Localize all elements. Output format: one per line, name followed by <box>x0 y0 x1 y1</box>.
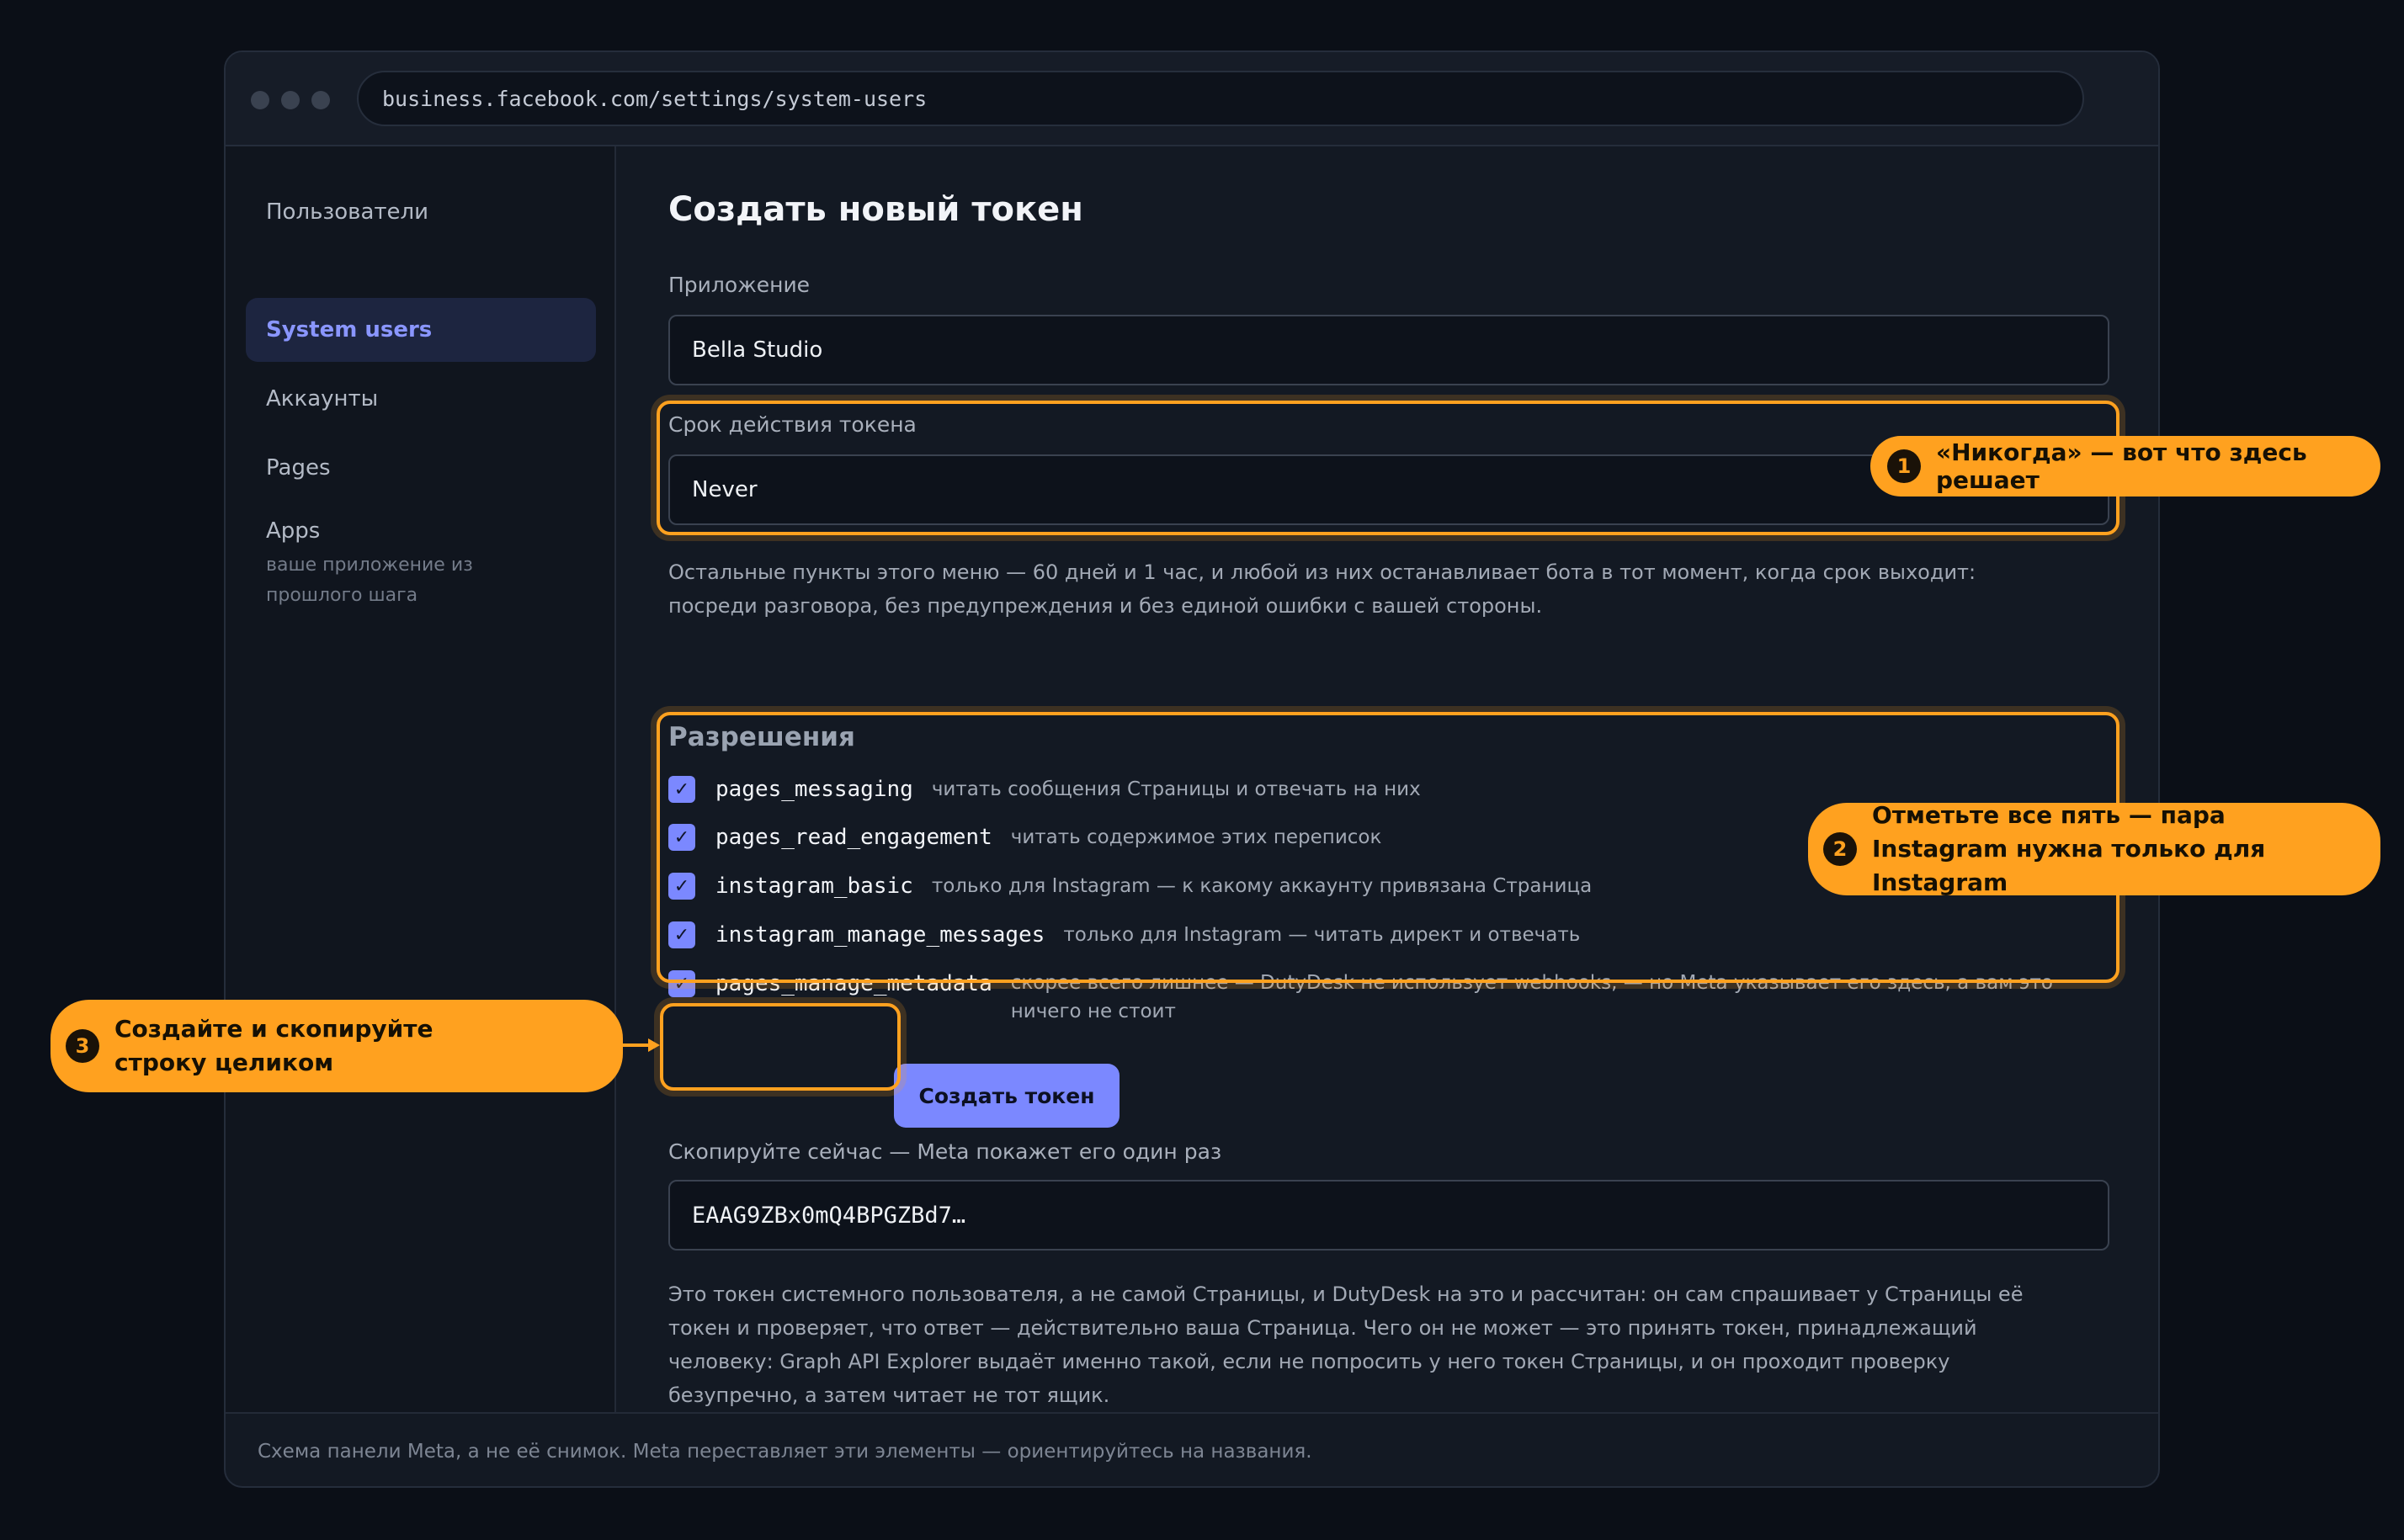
callout-number: 2 <box>1823 832 1857 866</box>
app-select[interactable]: Bella Studio <box>668 315 2109 385</box>
sidebar-item-system-users[interactable]: System users <box>246 298 596 362</box>
copy-token-label: Скопируйте сейчас — Meta покажет его оди… <box>668 1139 1222 1164</box>
sidebar-item-label: Apps <box>266 518 321 544</box>
window-minimize-dot[interactable] <box>281 91 300 109</box>
callout-number: 3 <box>66 1029 99 1063</box>
token-output-value: EAAG9ZBx0mQ4BPGZBd7… <box>692 1202 966 1229</box>
url-text: business.facebook.com/settings/system-us… <box>382 86 928 111</box>
window-maximize-dot[interactable] <box>311 91 330 109</box>
create-token-button[interactable]: Создать токен <box>894 1064 1120 1128</box>
window-close-dot[interactable] <box>251 91 269 109</box>
create-button-highlight <box>660 1003 901 1091</box>
settings-sidebar: Пользователи System users Аккаунты Pages… <box>226 146 616 1412</box>
sidebar-item-accounts[interactable]: Аккаунты <box>246 374 596 424</box>
app-label: Приложение <box>668 273 811 297</box>
callout-2: 2 Отметьте все пять — пара Instagram нуж… <box>1808 801 2380 896</box>
address-bar[interactable]: business.facebook.com/settings/system-us… <box>357 71 2084 126</box>
sidebar-item-apps[interactable]: Apps ваше приложение из прошлого шага <box>246 517 596 611</box>
sidebar-item-label: System users <box>266 317 433 343</box>
callout-text: Создайте и скопируйте строку целиком <box>114 1015 433 1076</box>
footer-note: Схема панели Meta, а не её снимок. Meta … <box>226 1412 2158 1486</box>
token-output-field[interactable]: EAAG9ZBx0mQ4BPGZBd7… <box>668 1180 2109 1251</box>
sidebar-item-users[interactable]: Пользователи <box>246 187 596 237</box>
app-select-value: Bella Studio <box>692 337 823 363</box>
callout-text: Отметьте все пять — пара Instagram нужна… <box>1872 801 2266 896</box>
callout-3: 3 Создайте и скопируйте строку целиком <box>51 1000 623 1092</box>
sidebar-item-pages[interactable]: Pages <box>246 443 596 493</box>
callout-text: «Никогда» — вот что здесь решает <box>1936 438 2307 494</box>
sidebar-item-label: Аккаунты <box>266 386 379 412</box>
callout-arrow-icon <box>621 1038 660 1052</box>
sidebar-item-sublabel: ваше приложение из прошлого шага <box>266 555 473 606</box>
token-note: Это токен системного пользователя, а не … <box>668 1282 2024 1407</box>
page-title: Создать новый токен <box>668 190 1083 229</box>
browser-titlebar: business.facebook.com/settings/system-us… <box>226 52 2158 146</box>
expiry-hint: Остальные пункты этого меню — 60 дней и … <box>668 560 1976 618</box>
callout-number: 1 <box>1887 449 1921 483</box>
sidebar-item-label: Пользователи <box>266 199 429 225</box>
footer-text: Схема панели Meta, а не её снимок. Meta … <box>258 1441 1312 1463</box>
sidebar-item-label: Pages <box>266 455 331 481</box>
callout-1: 1 «Никогда» — вот что здесь решает <box>1870 436 2380 497</box>
